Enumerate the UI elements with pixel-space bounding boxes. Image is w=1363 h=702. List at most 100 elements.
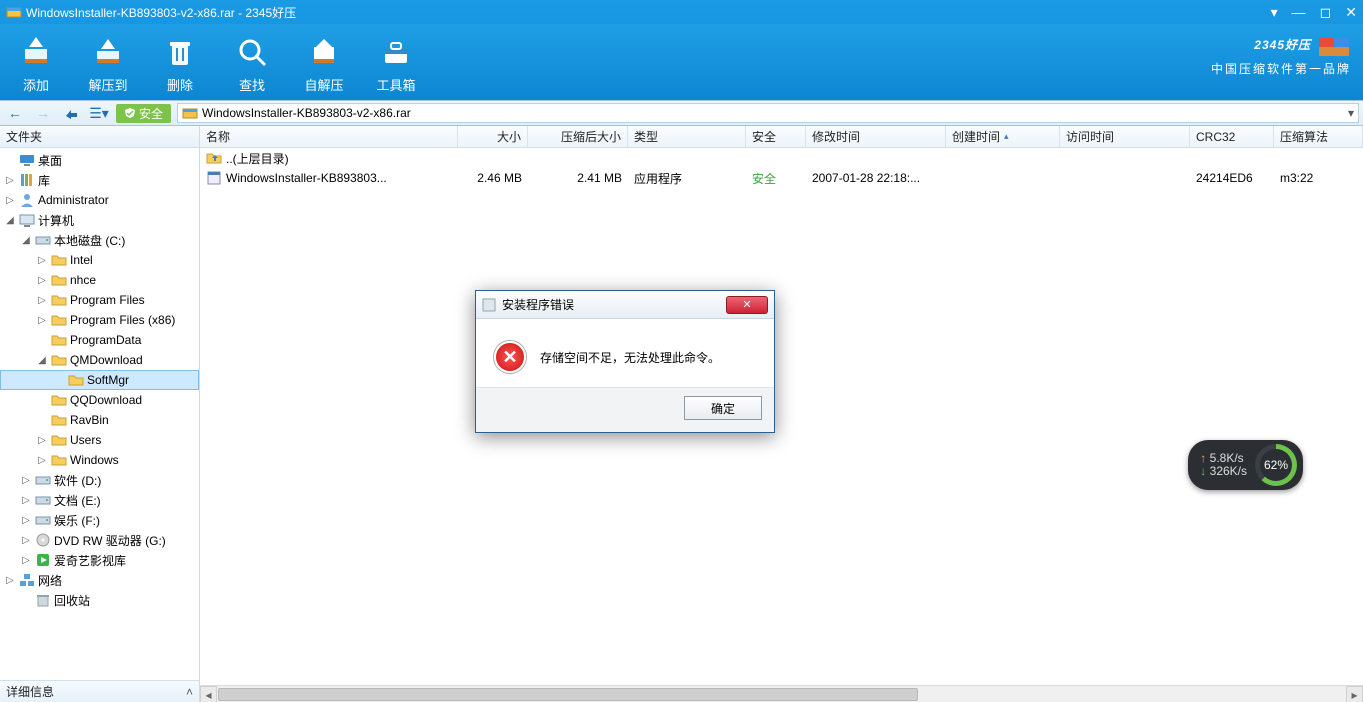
col-algo[interactable]: 压缩算法 [1274,126,1363,147]
folder-icon [51,312,67,328]
tree-node-label: nhce [70,273,96,287]
tree-node[interactable]: ▷ 娱乐 (F:) [0,510,199,530]
dvd-icon [35,532,51,548]
tree-node[interactable]: ▷ nhce [0,270,199,290]
folder-icon [68,372,84,388]
tree-node[interactable]: SoftMgr [0,370,199,390]
tree-node[interactable]: ▷DVD RW 驱动器 (G:) [0,530,199,550]
tree-node[interactable]: ProgramData [0,330,199,350]
close-button[interactable]: ✕ [1345,5,1357,19]
tree-node-label: Windows [70,453,119,467]
scroll-right-button[interactable]: ▸ [1346,686,1363,702]
tree-node[interactable]: ▷ Users [0,430,199,450]
nav-back-button[interactable]: ← [4,103,26,123]
tree-node[interactable]: 桌面 [0,150,199,170]
tree-node[interactable]: ◢本地磁盘 (C:) [0,230,199,250]
dialog-ok-button[interactable]: 确定 [684,396,762,420]
col-accessed[interactable]: 访问时间 [1060,126,1190,147]
file-row[interactable]: ..(上层目录) [200,148,1363,168]
cell-modified: 2007-01-28 22:18:... [806,171,946,185]
address-dropdown-icon[interactable]: ▾ [1348,106,1354,120]
tree-node[interactable]: ▷ Windows [0,450,199,470]
expand-toggle-icon[interactable]: ▷ [36,255,48,266]
maximize-button[interactable]: ◻ [1320,5,1332,19]
expand-toggle-icon[interactable]: ▷ [20,495,32,506]
search-button[interactable]: 查找 [216,31,288,100]
tree-node[interactable]: ▷库 [0,170,199,190]
sidebar-header: 文件夹 [0,126,199,148]
expand-toggle-icon[interactable]: ▷ [36,295,48,306]
dialog-close-button[interactable]: ✕ [726,296,768,314]
nav-view-button[interactable]: ☰▾ [88,103,110,123]
expand-toggle-icon[interactable]: ▷ [4,575,16,586]
file-row[interactable]: WindowsInstaller-KB893803...2.46 MB2.41 … [200,168,1363,188]
sfx-button[interactable]: 自解压 [288,31,360,100]
tree-node[interactable]: ▷文档 (E:) [0,490,199,510]
tree-node[interactable]: ◢计算机 [0,210,199,230]
horizontal-scrollbar[interactable]: ◂ ▸ [200,685,1363,702]
tree-node[interactable]: ▷Program Files (x86) [0,310,199,330]
col-packed[interactable]: 压缩后大小 [528,126,628,147]
expand-toggle-icon[interactable]: ▷ [36,315,48,326]
file-name: WindowsInstaller-KB893803... [226,171,387,185]
expand-toggle-icon[interactable]: ▷ [4,195,16,206]
expand-toggle-icon[interactable]: ▷ [4,175,16,186]
tree-node[interactable]: ▷Program Files [0,290,199,310]
expand-toggle-icon[interactable]: ▷ [20,535,32,546]
tree-node[interactable]: ▷软件 (D:) [0,470,199,490]
col-name[interactable]: 名称 [200,126,458,147]
minimize-button[interactable]: — [1292,5,1306,19]
col-crc[interactable]: CRC32 [1190,126,1274,147]
tree-node[interactable]: RavBin [0,410,199,430]
menu-dropdown-icon[interactable]: ▾ [1271,5,1278,19]
tree-node-label: 娱乐 (F:) [54,512,100,529]
dialog-titlebar[interactable]: 安装程序错误 ✕ [476,291,774,319]
extract-label: 解压到 [72,75,144,94]
sidebar-footer[interactable]: 详细信息 ˄ [0,680,199,702]
delete-button[interactable]: 删除 [144,31,216,100]
expand-toggle-icon[interactable]: ◢ [20,235,32,246]
folder-tree[interactable]: 桌面▷库▷Administrator◢计算机◢本地磁盘 (C:)▷Intel▷n… [0,148,199,680]
nav-forward-button[interactable]: → [32,103,54,123]
expand-toggle-icon[interactable]: ▷ [20,555,32,566]
col-created[interactable]: 创建时间 [946,126,1060,147]
main-toolbar: 添加 解压到 删除 查找 自解压 工具箱 2345好压 中国压缩软件第一品牌 [0,24,1363,100]
tree-node[interactable]: ▷Administrator [0,190,199,210]
file-list[interactable]: ..(上层目录)WindowsInstaller-KB893803...2.46… [200,148,1363,685]
error-dialog: 安装程序错误 ✕ ✕ 存储空间不足，无法处理此命令。 确定 [475,290,775,433]
tree-node[interactable]: 回收站 [0,590,199,610]
expand-toggle-icon[interactable]: ▷ [36,455,48,466]
col-safe[interactable]: 安全 [746,126,806,147]
expand-toggle-icon[interactable]: ◢ [36,355,48,366]
nav-up-button[interactable] [60,103,82,123]
safe-text: 安全 [752,170,776,187]
scroll-left-button[interactable]: ◂ [200,686,217,702]
col-modified[interactable]: 修改时间 [806,126,946,147]
expand-toggle-icon[interactable]: ▷ [36,435,48,446]
extract-button[interactable]: 解压到 [72,31,144,100]
tools-button[interactable]: 工具箱 [360,31,432,100]
network-rates: ↑ 5.8K/s ↓ 326K/s [1200,452,1247,478]
drive-icon [35,492,51,508]
col-type[interactable]: 类型 [628,126,746,147]
tree-node[interactable]: ◢QMDownload [0,350,199,370]
scroll-thumb[interactable] [218,688,918,701]
expand-toggle-icon[interactable]: ▷ [36,275,48,286]
tree-node-label: 桌面 [38,152,62,169]
expand-toggle-icon[interactable]: ▷ [20,475,32,486]
drive-icon [35,512,51,528]
folder-icon [51,452,67,468]
expand-toggle-icon[interactable]: ▷ [20,515,32,526]
tree-node[interactable]: ▷Intel [0,250,199,270]
column-headers[interactable]: 名称 大小 压缩后大小 类型 安全 修改时间 创建时间 访问时间 CRC32 压… [200,126,1363,148]
col-size[interactable]: 大小 [458,126,528,147]
tree-node-label: Users [70,433,101,447]
tree-node[interactable]: QQDownload [0,390,199,410]
tree-node[interactable]: ▷网络 [0,570,199,590]
expand-toggle-icon[interactable]: ◢ [4,215,16,226]
address-bar[interactable]: WindowsInstaller-KB893803-v2-x86.rar ▾ [177,103,1359,123]
network-widget[interactable]: ↑ 5.8K/s ↓ 326K/s 62% [1188,440,1303,490]
cell-crc: 24214ED6 [1190,171,1274,185]
tree-node[interactable]: ▷爱奇艺影视库 [0,550,199,570]
add-button[interactable]: 添加 [0,31,72,100]
